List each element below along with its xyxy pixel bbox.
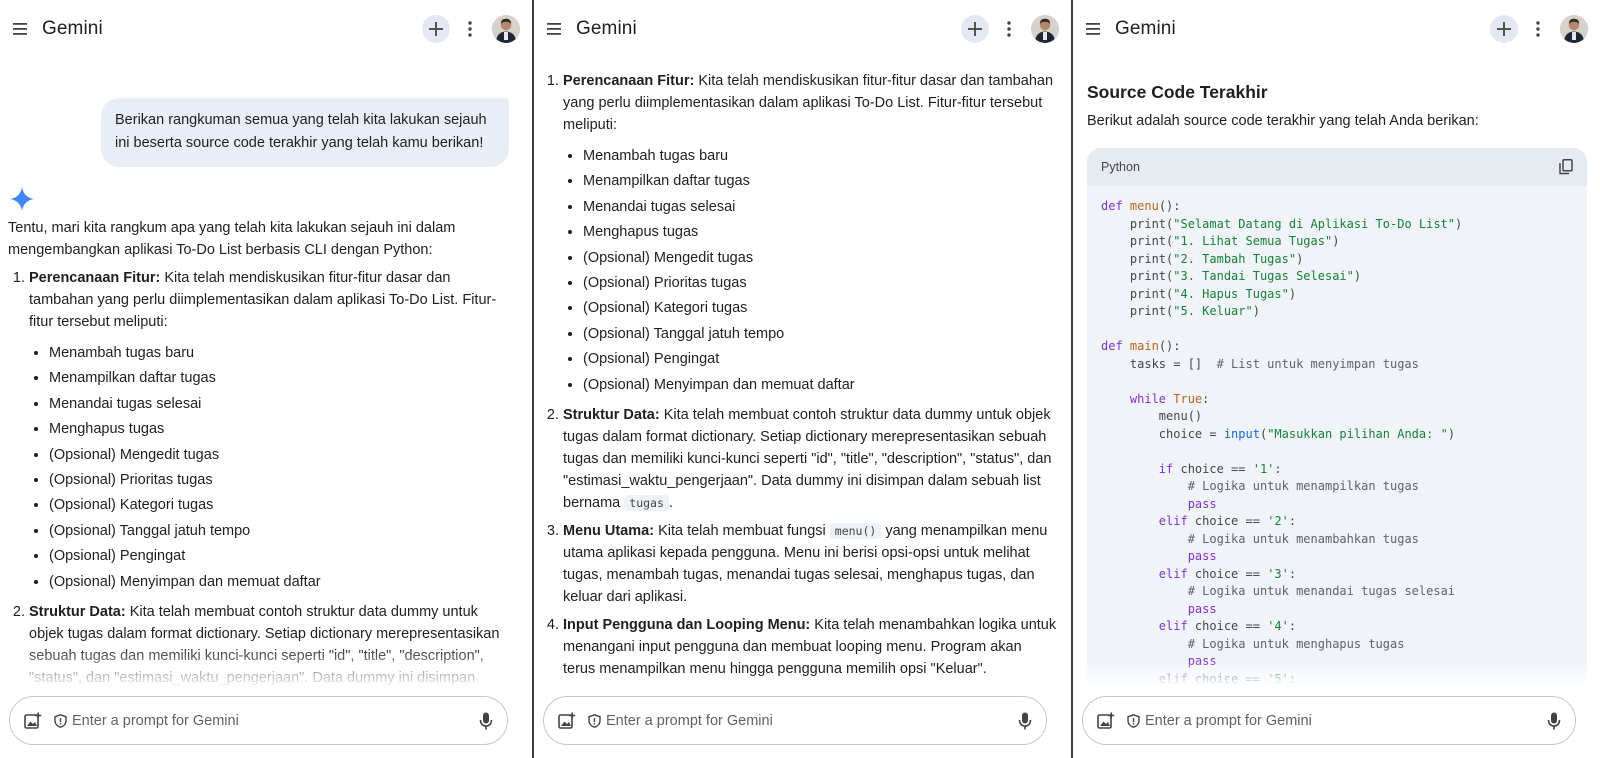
list-item: (Opsional) Tanggal jatuh tempo <box>583 322 1057 347</box>
plus-icon <box>1497 22 1511 36</box>
shield-icon <box>588 713 601 728</box>
avatar[interactable] <box>1031 15 1059 43</box>
add-image-icon[interactable] <box>24 712 42 730</box>
microphone-icon[interactable] <box>479 712 493 730</box>
top-bar: Gemini <box>534 0 1071 58</box>
list-item: (Opsional) Mengedit tugas <box>583 246 1057 271</box>
prompt-input[interactable] <box>1145 712 1547 729</box>
menu-icon[interactable] <box>540 15 568 43</box>
summary-list: Perencanaan Fitur: Kita telah mendiskusi… <box>8 267 508 686</box>
chat-panel-3: Gemini Source Code Terakhir Berikut adal… <box>1073 0 1600 758</box>
chat-content: Berikan rangkuman semua yang telah kita … <box>0 58 532 686</box>
list-item: (Opsional) Menyimpan dan memuat daftar <box>49 570 508 595</box>
more-options-icon[interactable] <box>1528 15 1548 43</box>
list-item: (Opsional) Tanggal jatuh tempo <box>49 519 508 544</box>
plus-icon <box>968 22 982 36</box>
top-bar: Gemini <box>1073 0 1600 58</box>
microphone-icon[interactable] <box>1547 712 1561 730</box>
inline-code: menu() <box>829 523 882 540</box>
menu-icon[interactable] <box>6 15 34 43</box>
list-item: Struktur Data: Kita telah membuat contoh… <box>563 404 1057 514</box>
microphone-icon[interactable] <box>1018 712 1032 730</box>
list-item: Menandai tugas selesai <box>49 392 508 417</box>
app-title: Gemini <box>42 18 103 39</box>
new-chat-button[interactable] <box>1490 15 1518 43</box>
response-intro: Tentu, mari kita rangkum apa yang telah … <box>8 220 456 258</box>
app-title: Gemini <box>1115 18 1176 39</box>
code-block-header: Python <box>1087 148 1587 186</box>
response-text: Tentu, mari kita rangkum apa yang telah … <box>8 217 508 686</box>
prompt-bar <box>9 696 508 745</box>
list-item: (Opsional) Kategori tugas <box>583 296 1057 321</box>
chat-panel-2: Gemini Perencanaan Fitur: Kita telah men… <box>534 0 1071 758</box>
app-title: Gemini <box>576 18 637 39</box>
list-item: (Opsional) Pengingat <box>583 347 1057 372</box>
more-options-icon[interactable] <box>999 15 1019 43</box>
menu-icon[interactable] <box>1079 15 1107 43</box>
list-item: Menghapus tugas <box>583 220 1057 245</box>
user-message: Berikan rangkuman semua yang telah kita … <box>101 98 509 167</box>
shield-icon <box>1127 713 1140 728</box>
list-item: Perencanaan Fitur: Kita telah mendiskusi… <box>29 267 508 595</box>
feature-list: Menambah tugas baru Menampilkan daftar t… <box>563 144 1057 398</box>
new-chat-button[interactable] <box>961 15 989 43</box>
more-options-icon[interactable] <box>460 15 480 43</box>
top-bar: Gemini <box>0 0 532 58</box>
code-language-label: Python <box>1101 160 1140 174</box>
add-image-icon[interactable] <box>558 712 576 730</box>
shield-icon <box>54 713 67 728</box>
avatar[interactable] <box>1560 15 1588 43</box>
list-item: Struktur Data: Kita telah membuat contoh… <box>29 601 508 686</box>
avatar[interactable] <box>492 15 520 43</box>
list-item: (Opsional) Kategori tugas <box>49 493 508 518</box>
list-item: Menandai tugas selesai <box>583 195 1057 220</box>
list-item: Menu Utama: Kita telah membuat fungsi me… <box>563 520 1057 608</box>
code-block: Python def menu(): print("Selamat Datang… <box>1087 148 1587 686</box>
list-item: Perencanaan Fitur: Kita telah mendiskusi… <box>563 70 1057 398</box>
code-content[interactable]: def menu(): print("Selamat Datang di Apl… <box>1087 186 1587 686</box>
list-item: Menambah tugas baru <box>49 341 508 366</box>
list-item: (Opsional) Pengingat <box>49 544 508 569</box>
list-item: (Opsional) Prioritas tugas <box>583 271 1057 296</box>
list-item: Menghapus tugas <box>49 417 508 442</box>
prompt-input[interactable] <box>72 712 479 729</box>
prompt-bar <box>543 696 1047 745</box>
chat-panel-1: Gemini Berikan rangkuman semua yang tela… <box>0 0 532 758</box>
inline-code: tugas <box>624 495 669 512</box>
add-image-icon[interactable] <box>1097 712 1115 730</box>
prompt-input[interactable] <box>606 712 1018 729</box>
section-heading: Source Code Terakhir <box>1087 82 1268 102</box>
gemini-sparkle-icon <box>10 187 34 211</box>
prompt-bar <box>1082 696 1576 745</box>
list-item: (Opsional) Prioritas tugas <box>49 468 508 493</box>
list-item: Menambah tugas baru <box>583 144 1057 169</box>
section-description: Berikut adalah source code terakhir yang… <box>1087 113 1479 129</box>
copy-icon[interactable] <box>1559 159 1573 175</box>
plus-icon <box>429 22 443 36</box>
chat-content: Perencanaan Fitur: Kita telah mendiskusi… <box>534 58 1071 686</box>
list-item: (Opsional) Mengedit tugas <box>49 443 508 468</box>
list-item: (Opsional) Menyimpan dan memuat daftar <box>583 373 1057 398</box>
list-item: Input Pengguna dan Looping Menu: Kita te… <box>563 614 1057 680</box>
feature-list: Menambah tugas baru Menampilkan daftar t… <box>29 341 508 595</box>
summary-list: Perencanaan Fitur: Kita telah mendiskusi… <box>542 70 1057 680</box>
list-item: Menampilkan daftar tugas <box>49 366 508 391</box>
list-item: Menampilkan daftar tugas <box>583 169 1057 194</box>
response-text: Perencanaan Fitur: Kita telah mendiskusi… <box>542 70 1057 686</box>
new-chat-button[interactable] <box>422 15 450 43</box>
chat-content: Source Code Terakhir Berikut adalah sour… <box>1073 58 1600 686</box>
